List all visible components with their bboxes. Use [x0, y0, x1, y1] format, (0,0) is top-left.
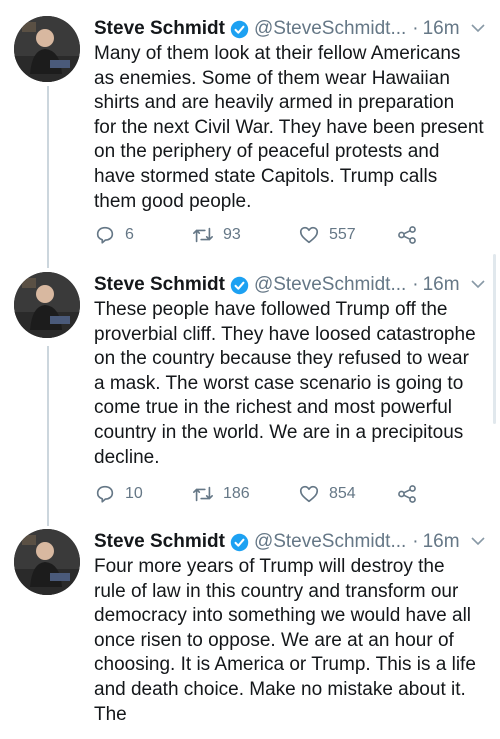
retweet-count: 93 [223, 226, 241, 243]
chevron-down-icon[interactable] [470, 276, 486, 292]
tweet-text-line: proverbial cliff. They have loosed catas… [94, 323, 476, 345]
tweet-text: These people have followed Trump off the… [94, 298, 488, 470]
share-button[interactable] [396, 483, 427, 505]
tweet-actions: 6 93 557 [94, 222, 460, 248]
verified-badge-icon [230, 20, 249, 38]
author-name[interactable]: Steve Schmidt [94, 531, 225, 553]
tweet-text: Many of them look at their fellow Americ… [94, 42, 488, 214]
avatar[interactable] [14, 272, 80, 338]
tweet-text-line: The [94, 703, 127, 725]
reply-icon [96, 226, 114, 244]
heart-icon [299, 485, 319, 503]
tweet-header: Steve Schmidt @SteveSchmidt... · 16m [94, 14, 490, 44]
tweet-timestamp[interactable]: 16m [423, 274, 460, 296]
tweet-text-line: come true in the richest and most powerf… [94, 397, 453, 419]
separator-dot: · [412, 531, 419, 552]
retweet-icon [193, 486, 213, 502]
tweet-text-line: them good people. [94, 190, 252, 212]
verified-badge-icon [230, 533, 249, 551]
author-name[interactable]: Steve Schmidt [94, 18, 225, 40]
heart-icon [299, 226, 319, 244]
tweet[interactable]: Steve Schmidt @SteveSchmidt... · 16m Man… [0, 14, 500, 254]
tweet-text-line: Four more years of Trump will destroy th… [94, 556, 445, 577]
tweet-text-line: and death choice. Make no mistake about … [94, 678, 466, 700]
tweet-text-line: a mask. The worst case scenario is going… [94, 372, 464, 394]
tweet-text-line: shirts and are heavily armed in preparat… [94, 92, 455, 114]
share-icon [398, 226, 416, 244]
retweet-count: 186 [223, 485, 250, 502]
tweet-text-line: on the periphery of peaceful protests an… [94, 141, 440, 163]
tweet-text-line: Many of them look at their fellow Americ… [94, 43, 461, 64]
tweet-timestamp[interactable]: 16m [423, 531, 460, 553]
tweet-text-line: have stormed state Capitols. Trump calls [94, 165, 438, 187]
chevron-down-icon[interactable] [470, 533, 486, 549]
like-button[interactable]: 557 [298, 224, 356, 246]
tweet-text-line: as enemies. Some of them wear Hawaiian [94, 67, 450, 89]
tweet-text-line: decline. [94, 446, 160, 468]
avatar[interactable] [14, 16, 80, 82]
separator-dot: · [412, 18, 419, 39]
verified-badge-icon [230, 276, 249, 294]
tweet-actions: 10 186 854 [94, 481, 460, 507]
tweet-timestamp[interactable]: 16m [423, 18, 460, 40]
tweet-header: Steve Schmidt @SteveSchmidt... · 16m [94, 270, 490, 300]
author-name[interactable]: Steve Schmidt [94, 274, 225, 296]
reply-button[interactable]: 6 [94, 224, 134, 246]
reply-icon [96, 485, 114, 503]
separator-dot: · [412, 274, 419, 295]
tweet-text-line: These people have followed Trump off the [94, 299, 448, 320]
share-button[interactable] [396, 224, 427, 246]
retweet-button[interactable]: 93 [192, 224, 241, 246]
author-handle[interactable]: @SteveSchmidt... [254, 531, 406, 553]
tweet-text-line: once risen to oppose. We are at an hour … [94, 629, 454, 651]
reply-count: 10 [125, 485, 143, 502]
tweet[interactable]: Steve Schmidt @SteveSchmidt... · 16m Fou… [0, 527, 500, 739]
tweet-header: Steve Schmidt @SteveSchmidt... · 16m [94, 527, 490, 557]
tweet-text-line: for the next Civil War. They have been p… [94, 116, 484, 138]
like-button[interactable]: 854 [298, 483, 356, 505]
tweet-text-line: on the country because they refused to w… [94, 348, 469, 370]
tweet-text: Four more years of Trump will destroy th… [94, 555, 488, 727]
author-handle[interactable]: @SteveSchmidt... [254, 274, 406, 296]
share-icon [398, 485, 416, 503]
tweet-text-line: rule of law in this country and transfor… [94, 580, 459, 602]
retweet-icon [193, 227, 213, 243]
avatar[interactable] [14, 529, 80, 595]
author-handle[interactable]: @SteveSchmidt... [254, 18, 406, 40]
retweet-button[interactable]: 186 [192, 483, 250, 505]
like-count: 557 [329, 226, 356, 243]
reply-button[interactable]: 10 [94, 483, 143, 505]
chevron-down-icon[interactable] [470, 20, 486, 36]
tweet-text-line: country in the world. We are in a precip… [94, 421, 464, 443]
tweet-text-line: democracy into something we would have a… [94, 605, 472, 627]
like-count: 854 [329, 485, 356, 502]
tweet-text-line: choosing. It is America or Trump. This i… [94, 654, 476, 676]
reply-count: 6 [125, 226, 134, 243]
tweet[interactable]: Steve Schmidt @SteveSchmidt... · 16m The… [0, 270, 500, 520]
